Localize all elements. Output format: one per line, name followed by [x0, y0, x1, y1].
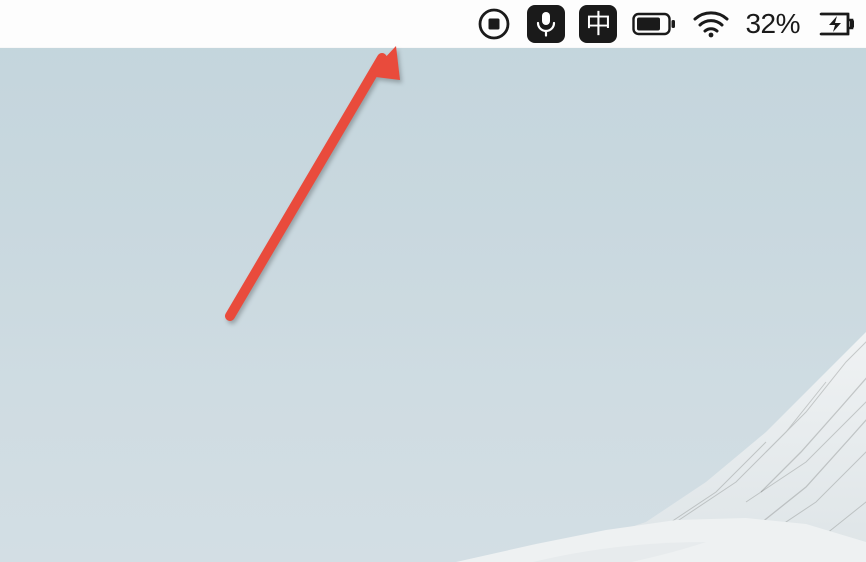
battery-percent-label: 32%: [745, 8, 800, 40]
menubar: 中 32%: [0, 0, 866, 48]
screen-recording-stop-button[interactable]: [475, 0, 513, 47]
annotation-arrow: [200, 46, 410, 326]
wifi-menu[interactable]: [691, 0, 731, 47]
charging-icon: [814, 5, 860, 43]
wifi-icon: [691, 5, 731, 43]
battery-menu[interactable]: [631, 0, 677, 47]
microphone-icon: [527, 5, 565, 43]
microphone-menu[interactable]: [527, 0, 565, 47]
input-method-menu[interactable]: 中: [579, 0, 617, 47]
battery-percent[interactable]: 32%: [745, 0, 800, 47]
charging-indicator[interactable]: [814, 0, 860, 47]
desktop: 中 32%: [0, 0, 866, 562]
wallpaper-mountain: [346, 242, 866, 562]
chinese-ime-icon: 中: [579, 5, 617, 43]
ime-label: 中: [585, 11, 611, 37]
stop-record-icon: [475, 5, 513, 43]
battery-icon: [631, 5, 677, 43]
